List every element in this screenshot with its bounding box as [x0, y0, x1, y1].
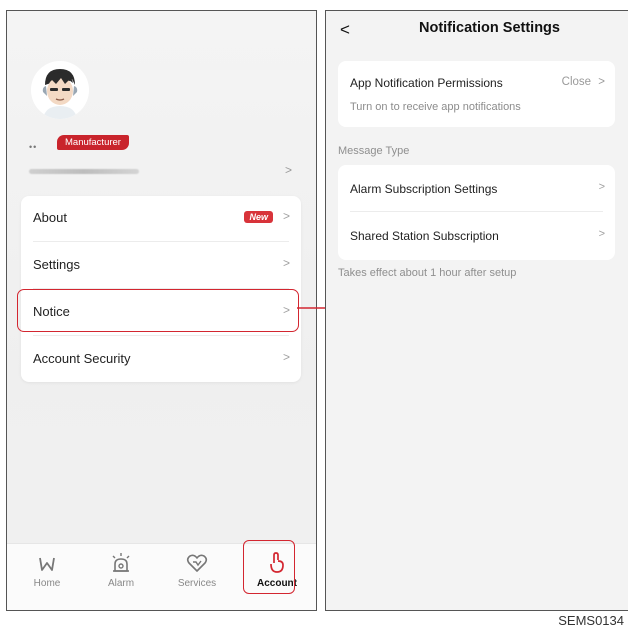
chevron-right-icon: > — [282, 350, 290, 364]
role-badge: Manufacturer — [57, 135, 129, 150]
chevron-right-icon: > — [598, 181, 605, 193]
tab-services[interactable]: Services — [167, 550, 227, 589]
account-tab-highlight-box — [243, 540, 295, 594]
tab-label: Services — [177, 578, 217, 589]
home-icon — [17, 550, 77, 576]
chevron-right-icon: > — [598, 76, 605, 88]
menu-item-account-security[interactable]: Account Security > — [21, 337, 301, 383]
user-name-masked: •• — [29, 142, 38, 152]
new-badge: New — [244, 211, 273, 223]
permission-title: App Notification Permissions — [350, 76, 503, 90]
row-label: Alarm Subscription Settings — [350, 182, 498, 196]
menu-item-label: Account Security — [33, 351, 131, 366]
shared-station-subscription-row[interactable]: Shared Station Subscription > — [338, 212, 615, 259]
alarm-icon — [91, 550, 151, 576]
menu-item-settings[interactable]: Settings > — [21, 243, 301, 289]
chevron-right-icon: > — [282, 209, 290, 223]
menu-item-label: About — [33, 210, 67, 225]
menu-item-about[interactable]: About New > — [21, 196, 301, 242]
app-notification-permissions-row[interactable]: App Notification Permissions Close > Tur… — [338, 61, 615, 127]
avatar[interactable] — [31, 61, 89, 119]
menu-item-label: Settings — [33, 257, 80, 272]
tab-label: Alarm — [107, 578, 135, 589]
services-icon — [167, 550, 227, 576]
row-label: Shared Station Subscription — [350, 229, 499, 243]
permission-subtitle: Turn on to receive app notifications — [350, 101, 521, 113]
email-masked — [29, 169, 139, 174]
page-title: Notification Settings — [419, 20, 560, 36]
alarm-subscription-settings-row[interactable]: Alarm Subscription Settings > — [338, 165, 615, 212]
divider — [33, 335, 289, 336]
permission-status: Close > — [562, 76, 605, 88]
notification-settings-screen: < Notification Settings App Notification… — [325, 10, 628, 611]
tab-label: Home — [33, 578, 61, 589]
profile-chevron-icon[interactable]: > — [285, 163, 292, 177]
setup-note: Takes effect about 1 hour after setup — [338, 267, 517, 279]
tab-home[interactable]: Home — [17, 550, 77, 589]
chevron-right-icon: > — [282, 256, 290, 270]
chevron-right-icon: > — [598, 228, 605, 240]
message-type-card: Alarm Subscription Settings > Shared Sta… — [338, 165, 615, 260]
permission-status-text: Close — [561, 76, 592, 88]
divider — [33, 241, 289, 242]
tab-alarm[interactable]: Alarm — [91, 550, 151, 589]
notice-highlight-box — [17, 289, 299, 332]
section-label: Message Type — [338, 145, 410, 157]
figure-caption: SEMS0134 — [558, 613, 624, 628]
